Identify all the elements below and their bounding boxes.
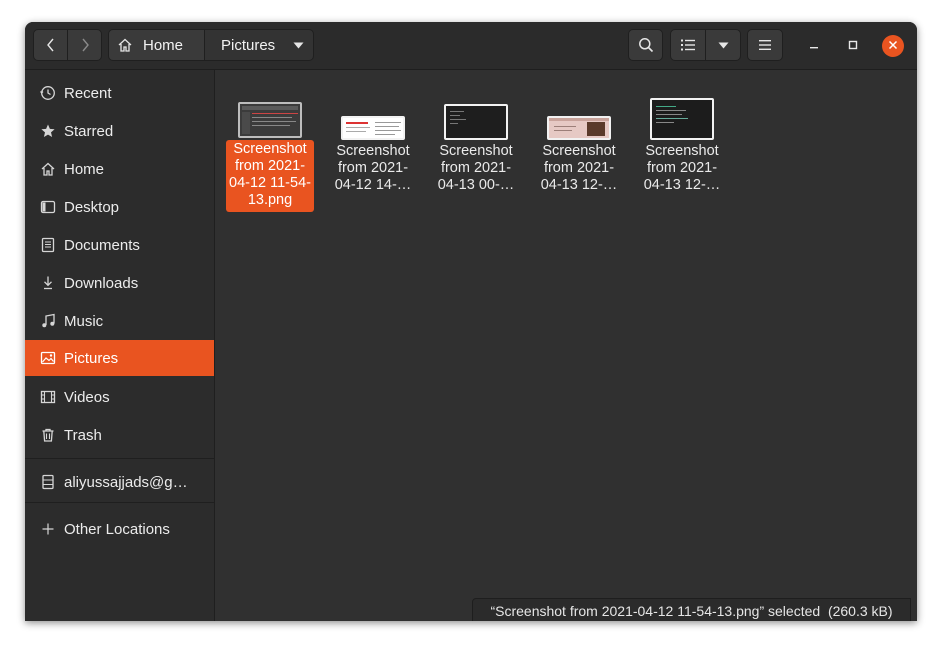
sidebar-item-label: Recent	[64, 84, 112, 102]
trash-icon	[39, 426, 57, 444]
music-icon	[39, 312, 57, 330]
file-item[interactable]: Screenshot from 2021- 04-13 12-…	[535, 102, 623, 212]
sidebar-item-label: Trash	[64, 426, 102, 444]
network-drive-icon	[39, 473, 57, 491]
clock-icon	[39, 84, 57, 102]
file-thumbnail	[341, 116, 405, 140]
file-name: Screenshot from 2021- 04-12 14-…	[334, 143, 412, 193]
view-options-button[interactable]	[705, 29, 741, 61]
chevron-right-icon	[80, 37, 90, 53]
download-icon	[39, 274, 57, 292]
sidebar-item-label: Starred	[64, 122, 114, 140]
sidebar-item-documents[interactable]: Documents	[25, 227, 214, 263]
file-thumbnail	[238, 102, 302, 138]
sidebar-item-label: aliyussajjads@g…	[64, 473, 188, 491]
sidebar-separator	[25, 502, 214, 503]
sidebar-item-home[interactable]: Home	[25, 151, 214, 187]
maximize-icon	[848, 37, 858, 55]
close-icon	[888, 37, 898, 55]
sidebar-item-pictures[interactable]: Pictures	[25, 340, 214, 376]
sidebar-item-network-drive[interactable]: aliyussajjads@g…	[25, 464, 214, 500]
sidebar-item-label: Desktop	[64, 198, 120, 216]
selection-status: “Screenshot from 2021-04-12 11-54-13.png…	[490, 602, 893, 619]
dropdown-triangle-icon	[718, 42, 729, 49]
file-name: Screenshot from 2021- 04-13 00-…	[437, 143, 515, 193]
minimize-button[interactable]	[804, 36, 824, 56]
file-icon-view: Screenshot from 2021- 04-12 11-54- 13.pn…	[215, 70, 917, 621]
breadcrumb-home-label: Home	[143, 36, 184, 54]
places-sidebar: Recent Starred Home Desktop Documents Do…	[25, 70, 215, 621]
file-item[interactable]: Screenshot from 2021- 04-13 12-…	[638, 97, 726, 207]
close-button[interactable]	[882, 35, 904, 57]
sidebar-item-trash[interactable]: Trash	[25, 417, 214, 453]
breadcrumb-home[interactable]: Home	[108, 29, 205, 61]
dropdown-triangle-icon	[293, 42, 304, 49]
file-manager-window: Home Pictures Recent Starred Home Deskto…	[25, 22, 917, 621]
sidebar-item-label: Videos	[64, 388, 110, 406]
breadcrumb-pictures[interactable]: Pictures	[204, 29, 314, 61]
sidebar-item-other-locations[interactable]: Other Locations	[25, 511, 214, 547]
forward-button[interactable]	[67, 29, 102, 61]
file-name: Screenshot from 2021- 04-13 12-…	[540, 143, 618, 193]
file-thumbnail	[444, 104, 508, 140]
status-bar: “Screenshot from 2021-04-12 11-54-13.png…	[472, 598, 911, 621]
sidebar-item-downloads[interactable]: Downloads	[25, 265, 214, 301]
main-menu-button[interactable]	[747, 29, 783, 61]
sidebar-item-label: Other Locations	[64, 520, 170, 538]
sidebar-item-label: Documents	[64, 236, 140, 254]
plus-icon	[39, 520, 57, 538]
sidebar-item-desktop[interactable]: Desktop	[25, 189, 214, 225]
chevron-left-icon	[46, 37, 56, 53]
document-icon	[39, 236, 57, 254]
sidebar-item-videos[interactable]: Videos	[25, 379, 214, 415]
hamburger-menu-icon	[759, 40, 771, 50]
sidebar-item-label: Music	[64, 312, 104, 330]
sidebar-separator	[25, 458, 214, 459]
file-name: Screenshot from 2021- 04-12 11-54- 13.pn…	[226, 140, 314, 212]
star-icon	[39, 122, 57, 140]
file-item[interactable]: Screenshot from 2021- 04-12 14-…	[329, 102, 417, 212]
file-item[interactable]: Screenshot from 2021- 04-13 00-…	[432, 102, 520, 212]
home-icon	[39, 160, 57, 178]
sidebar-item-label: Downloads	[64, 274, 139, 292]
file-item[interactable]: Screenshot from 2021- 04-12 11-54- 13.pn…	[226, 102, 314, 212]
sidebar-item-starred[interactable]: Starred	[25, 113, 214, 149]
maximize-button[interactable]	[843, 36, 863, 56]
list-view-button[interactable]	[670, 29, 706, 61]
search-button[interactable]	[628, 29, 663, 61]
file-thumbnail	[547, 116, 611, 140]
home-icon	[117, 37, 133, 53]
desktop-icon	[39, 198, 57, 216]
file-name: Screenshot from 2021- 04-13 12-…	[643, 143, 721, 193]
sidebar-item-label: Home	[64, 160, 105, 178]
sidebar-item-recent[interactable]: Recent	[25, 75, 214, 111]
breadcrumb-pictures-label: Pictures	[221, 36, 276, 54]
picture-icon	[39, 349, 57, 367]
header-bar: Home Pictures	[25, 22, 917, 70]
back-button[interactable]	[33, 29, 68, 61]
file-thumbnail	[650, 98, 714, 140]
minimize-icon	[809, 37, 819, 55]
search-icon	[638, 37, 654, 53]
list-view-icon	[681, 39, 695, 51]
sidebar-item-label: Pictures	[64, 349, 119, 367]
sidebar-item-music[interactable]: Music	[25, 303, 214, 339]
film-icon	[39, 388, 57, 406]
